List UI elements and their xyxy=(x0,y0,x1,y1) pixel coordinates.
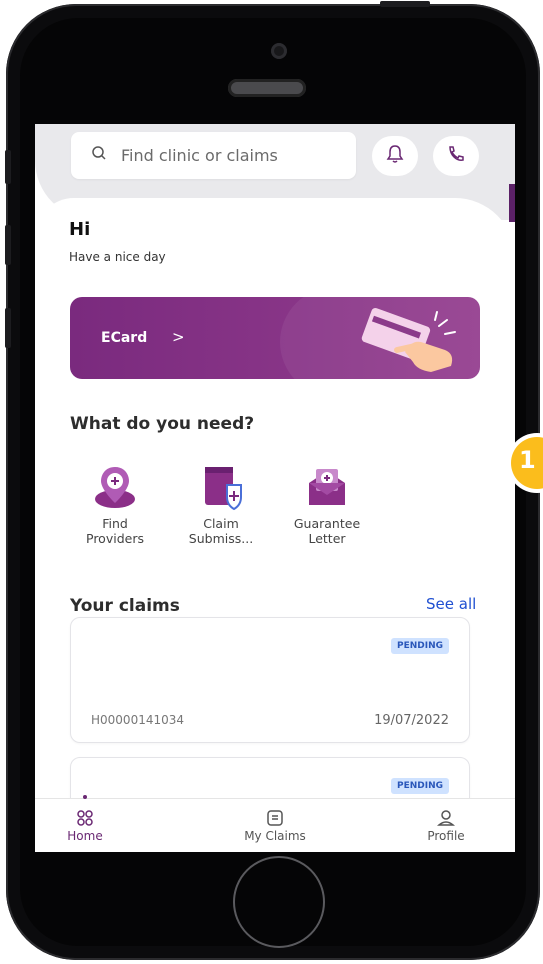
greeting-title: Hi xyxy=(69,219,91,240)
profile-icon xyxy=(401,809,491,829)
see-all-link[interactable]: See all xyxy=(426,595,476,613)
service-label-line1: Claim xyxy=(203,516,239,531)
callout-number: 1 xyxy=(519,446,536,474)
map-pin-plus-icon xyxy=(91,463,139,511)
status-badge: PENDING xyxy=(390,638,449,654)
letter-plus-icon xyxy=(303,463,351,511)
earpiece-speaker xyxy=(228,79,306,97)
power-button xyxy=(380,1,430,7)
nav-my-claims[interactable]: My Claims xyxy=(230,809,320,843)
front-camera xyxy=(271,43,287,59)
header-accent xyxy=(509,184,515,222)
bell-icon xyxy=(386,144,404,169)
claim-date: 19/07/2022 xyxy=(374,713,449,728)
status-badge: PENDING xyxy=(390,778,449,794)
nav-profile[interactable]: Profile xyxy=(401,809,491,843)
content-background xyxy=(35,198,515,258)
nav-label: Profile xyxy=(427,829,465,843)
service-label-line1: Find xyxy=(102,516,128,531)
home-button[interactable] xyxy=(233,856,325,948)
ecard-banner[interactable]: ECard > xyxy=(70,297,480,379)
claim-card[interactable]: PENDING H00000141034 19/07/2022 xyxy=(70,617,470,743)
shield-document-icon xyxy=(197,463,245,511)
app-screen: Find clinic or claims Hi Have a nice day… xyxy=(35,124,515,852)
search-icon xyxy=(91,145,111,166)
service-label-line2: Letter xyxy=(308,531,346,546)
volume-up-button xyxy=(5,225,11,265)
silent-switch xyxy=(5,150,11,184)
services-title: What do you need? xyxy=(70,414,255,434)
home-icon xyxy=(40,809,130,829)
chevron-right-icon: > xyxy=(172,328,185,346)
service-guarantee-letter[interactable]: Guarantee Letter xyxy=(284,463,370,546)
service-label-line1: Guarantee xyxy=(293,516,361,531)
call-button[interactable] xyxy=(433,136,479,176)
ecard-label: ECard xyxy=(101,330,148,346)
bottom-navigation: Home My Claims Profile xyxy=(35,795,515,852)
service-claim-submission[interactable]: Claim Submiss... xyxy=(178,463,264,546)
service-label-line2: Providers xyxy=(86,531,144,546)
nav-label: Home xyxy=(67,829,103,843)
greeting-subtitle: Have a nice day xyxy=(69,250,166,264)
nav-home[interactable]: Home xyxy=(40,809,130,843)
search-placeholder: Find clinic or claims xyxy=(121,146,278,165)
search-input[interactable]: Find clinic or claims xyxy=(71,132,356,179)
active-indicator xyxy=(83,795,87,799)
claims-icon xyxy=(230,809,320,829)
claim-code: H00000141034 xyxy=(91,713,185,727)
service-label-line2: Submiss... xyxy=(188,531,254,546)
nav-label: My Claims xyxy=(244,829,306,843)
phone-icon xyxy=(446,144,466,169)
volume-down-button xyxy=(5,308,11,348)
service-find-providers[interactable]: Find Providers xyxy=(72,463,158,546)
claims-title: Your claims xyxy=(70,596,180,616)
card-tap-illustration xyxy=(361,307,456,372)
notifications-button[interactable] xyxy=(372,136,418,176)
